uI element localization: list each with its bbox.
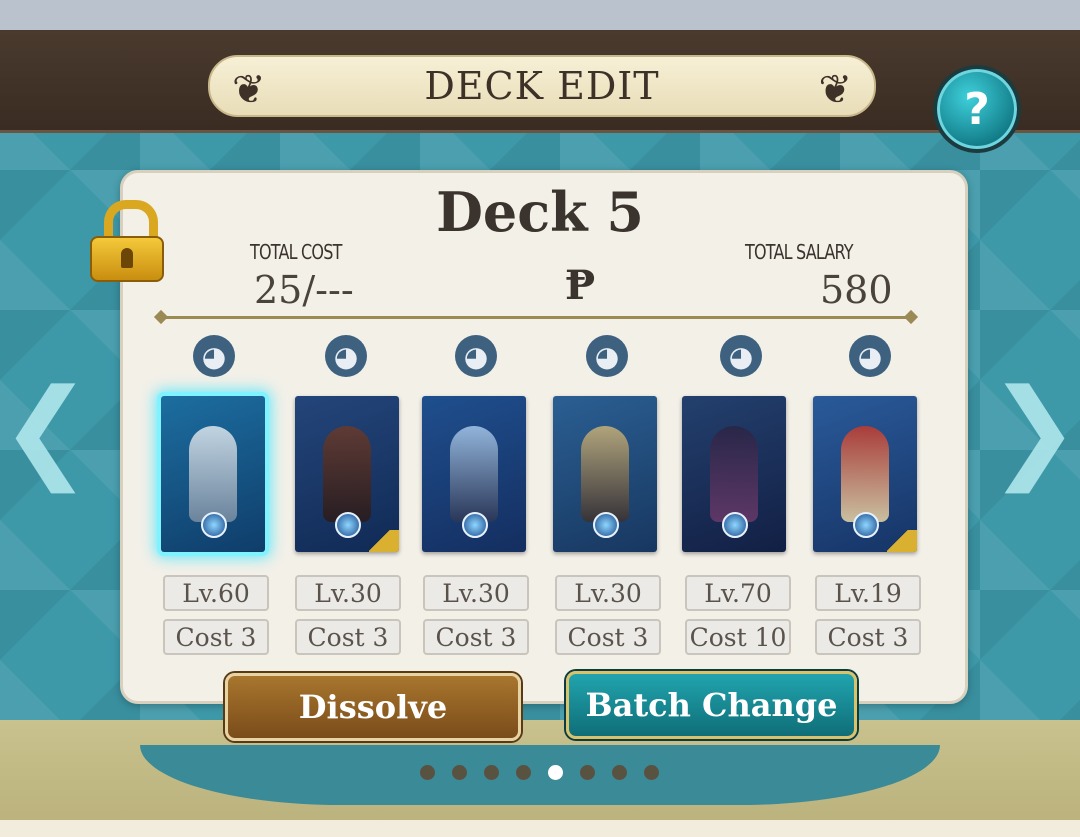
next-deck-arrow-icon[interactable]: ❯ <box>988 365 1080 493</box>
currency-icon: Ᵽ <box>565 262 596 309</box>
water-element-icon: ◕ <box>849 335 891 377</box>
page-dot[interactable] <box>484 765 499 780</box>
page-dot[interactable] <box>612 765 627 780</box>
page-dot[interactable] <box>644 765 659 780</box>
card-level: Lv.60 <box>163 575 269 611</box>
status-bar <box>0 0 1080 30</box>
deck-card-slot[interactable] <box>422 396 526 552</box>
card-cost: Cost 3 <box>163 619 269 655</box>
total-salary-label: TOTAL SALARY <box>745 240 854 264</box>
page-dot[interactable] <box>452 765 467 780</box>
total-cost-label: TOTAL COST <box>250 240 342 264</box>
water-element-icon: ◕ <box>325 335 367 377</box>
page-indicator <box>420 765 659 780</box>
card-cost: Cost 3 <box>555 619 661 655</box>
batch-change-button[interactable]: Batch Change <box>566 671 857 739</box>
deck-card-slot[interactable] <box>553 396 657 552</box>
deck-card-slot[interactable] <box>813 396 917 552</box>
card-level: Lv.19 <box>815 575 921 611</box>
deck-name: Deck 5 <box>436 180 644 244</box>
card-level: Lv.70 <box>685 575 791 611</box>
deck-card-slot[interactable] <box>682 396 786 552</box>
water-element-icon: ◕ <box>193 335 235 377</box>
water-element-icon: ◕ <box>586 335 628 377</box>
page-dot-active[interactable] <box>548 765 563 780</box>
deck-card-slot[interactable] <box>157 392 269 556</box>
previous-deck-arrow-icon[interactable]: ❮ <box>0 365 92 493</box>
total-salary-value: 580 <box>820 268 893 312</box>
card-cost: Cost 3 <box>295 619 401 655</box>
dissolve-button[interactable]: Dissolve <box>225 673 521 741</box>
card-level: Lv.30 <box>295 575 401 611</box>
card-level: Lv.30 <box>555 575 661 611</box>
page-title: DECK EDIT <box>424 64 660 108</box>
page-dot[interactable] <box>580 765 595 780</box>
page-dot[interactable] <box>420 765 435 780</box>
water-element-icon: ◕ <box>455 335 497 377</box>
page-dot[interactable] <box>516 765 531 780</box>
card-level: Lv.30 <box>423 575 529 611</box>
bottom-strip <box>0 820 1080 837</box>
card-cost: Cost 3 <box>423 619 529 655</box>
card-cost: Cost 3 <box>815 619 921 655</box>
title-plate: ❦ DECK EDIT ❦ <box>208 55 876 117</box>
deck-card-slot[interactable] <box>295 396 399 552</box>
water-element-icon: ◕ <box>720 335 762 377</box>
card-cost: Cost 10 <box>685 619 791 655</box>
total-cost-value: 25/--- <box>254 268 354 312</box>
help-button[interactable]: ? <box>933 65 1021 153</box>
ornament-swirl-icon: ❦ <box>232 67 266 113</box>
divider <box>160 316 912 319</box>
ornament-swirl-icon: ❦ <box>818 67 852 113</box>
